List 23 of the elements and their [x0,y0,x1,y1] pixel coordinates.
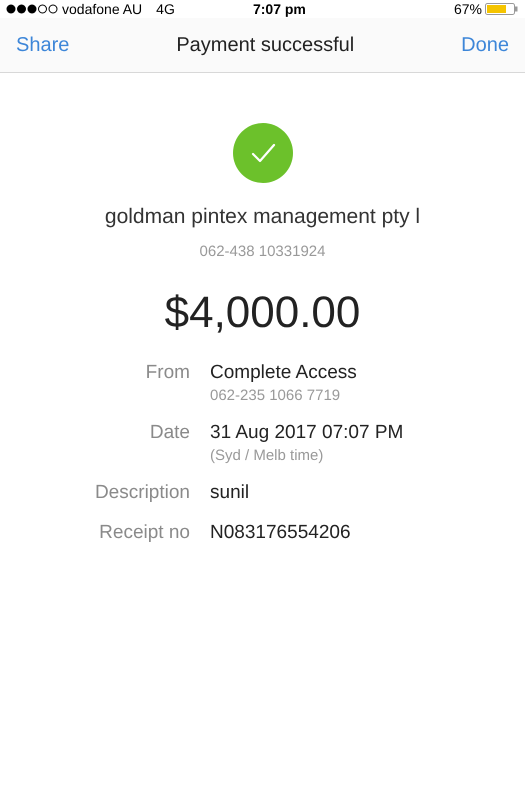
detail-value: N083176554206 [210,522,352,544]
signal-icon [6,4,58,14]
share-button[interactable]: Share [16,34,70,56]
network-type: 4G [156,0,175,18]
detail-subtext: (Syd / Melb time) [210,447,324,464]
screen-title: Payment successful [176,34,354,56]
detail-value: sunil [210,482,250,504]
battery-icon [485,3,519,15]
payee-name: goldman pintex management pty l [104,205,420,229]
detail-value: 31 Aug 2017 07:07 PM [210,422,404,444]
status-time: 7:07 pm [252,0,306,18]
detail-label: Receipt no [98,522,190,544]
payment-amount: $4,000.00 [164,288,360,338]
detail-label: From [144,362,190,385]
done-button[interactable]: Done [461,34,509,56]
payee-account: 062-438 10331924 [200,243,326,260]
carrier-name: vodafone AU [62,0,142,18]
battery-percent: 67% [454,0,482,18]
success-check-icon [232,123,292,183]
detail-label: Date [148,422,190,445]
detail-label: Description [94,482,190,504]
detail-subtext: 062-235 1066 7719 [210,387,342,404]
detail-value: Complete Access [210,362,358,384]
